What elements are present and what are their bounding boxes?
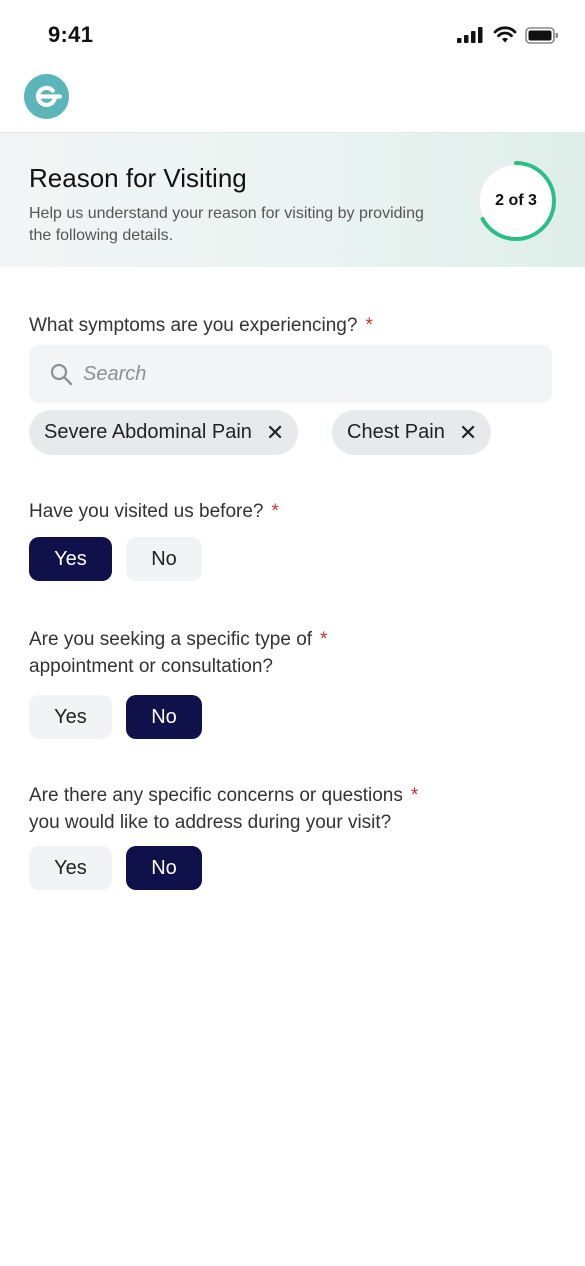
search-icon (50, 363, 73, 386)
step-banner: Reason for Visiting Help us understand y… (0, 132, 585, 267)
symptom-chip: Severe Abdominal Pain ✕ (29, 410, 299, 455)
status-icons (457, 26, 559, 44)
required-marker: * (271, 501, 279, 522)
step-progress-label: 2 of 3 (495, 192, 537, 209)
question-appointment-type: Are you seeking a specific type of * appo… (29, 626, 327, 680)
question-text-line2: appointment or consultation? (29, 656, 273, 677)
status-bar: 9:41 (0, 0, 585, 72)
chip-label: Chest Pain (347, 421, 445, 443)
visited-before-no-button[interactable]: No (126, 537, 202, 581)
concerns-yes-button[interactable]: Yes (29, 846, 112, 890)
search-input[interactable] (83, 345, 523, 403)
symptom-chip: Chest Pain ✕ (332, 410, 492, 455)
page-title: Reason for Visiting (29, 163, 247, 193)
page-description: Help us understand your reason for visit… (29, 205, 424, 244)
question-text-line1: Are there any specific concerns or quest… (29, 785, 403, 806)
battery-icon (525, 26, 558, 44)
appointment-type-yes-button[interactable]: Yes (29, 695, 112, 739)
app-header (0, 72, 585, 132)
chip-label: Severe Abdominal Pain (44, 421, 252, 443)
symptom-search[interactable] (29, 345, 552, 403)
question-concerns: Are there any specific concerns or quest… (29, 782, 418, 836)
cellular-signal-icon (457, 27, 483, 43)
required-marker: * (365, 315, 373, 336)
question-text-line1: Are you seeking a specific type of (29, 629, 313, 650)
wifi-icon (493, 26, 517, 43)
app-logo[interactable] (24, 74, 69, 119)
concerns-no-button[interactable]: No (126, 846, 202, 890)
question-text-line2: you would like to address during your vi… (29, 812, 392, 833)
question-text: Have you visited us before? (29, 501, 264, 522)
question-symptoms: What symptoms are you experiencing? * (29, 312, 373, 339)
question-visited-before: Have you visited us before? * (29, 498, 279, 525)
required-marker: * (320, 629, 328, 650)
visited-before-yes-button[interactable]: Yes (29, 537, 112, 581)
required-marker: * (410, 785, 419, 806)
close-icon[interactable]: ✕ (266, 420, 284, 446)
question-text: What symptoms are you experiencing? (29, 315, 358, 336)
close-icon[interactable]: ✕ (459, 420, 477, 446)
step-progress-ring: 2 of 3 (474, 159, 558, 243)
status-time: 9:41 (48, 22, 94, 47)
appointment-type-no-button[interactable]: No (126, 695, 202, 739)
